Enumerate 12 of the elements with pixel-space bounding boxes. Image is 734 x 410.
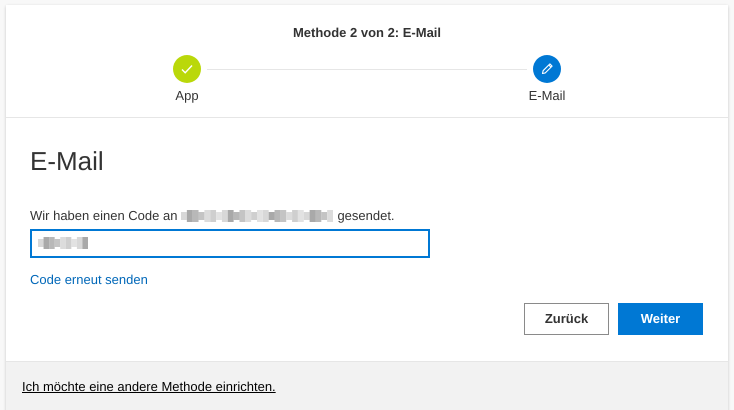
sent-message-end: gesendet. (337, 207, 395, 225)
back-button[interactable]: Zurück (524, 303, 609, 335)
sent-message: Wir haben einen Code an (30, 207, 178, 225)
step-title: Methode 2 von 2: E-Mail (292, 24, 442, 42)
code-field[interactable] (30, 228, 430, 258)
other-method-link[interactable]: Ich möchte eine andere Methode einrichten. (22, 377, 276, 397)
resend-code-link[interactable]: Code erneut senden (30, 270, 148, 289)
next-button[interactable]: Weiter (618, 303, 703, 335)
section-heading: E-Mail (30, 148, 105, 174)
step-label: E-Mail (528, 86, 566, 104)
redacted-code-drawing (38, 237, 88, 249)
step-label: App (175, 86, 199, 105)
